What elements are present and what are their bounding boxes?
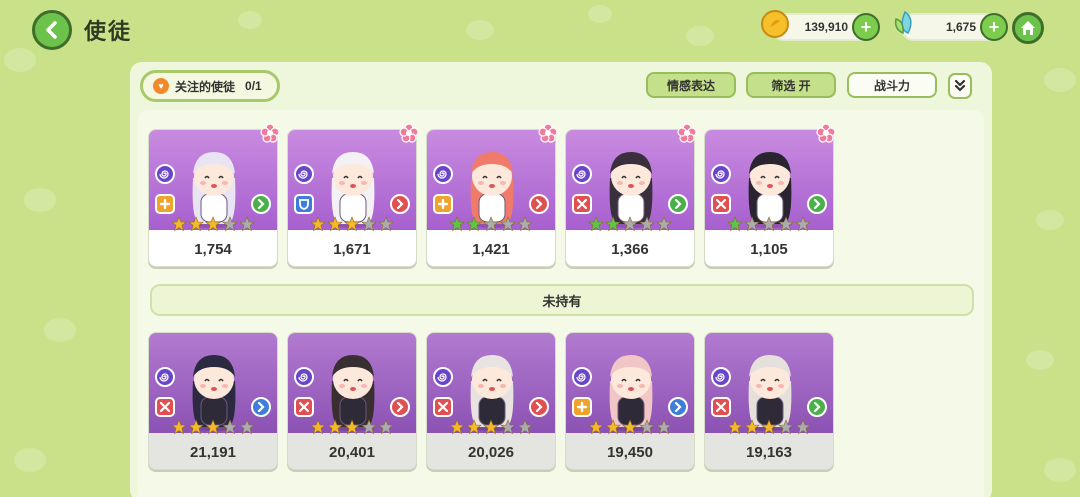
gold-amount: 139,910 — [804, 20, 848, 34]
sword-icon — [294, 397, 314, 417]
favorite-flower-icon — [399, 123, 419, 148]
followed-label: 关注的使徒 — [175, 79, 236, 94]
owned-apostle-card[interactable]: 1,105 — [704, 129, 834, 267]
plus-icon — [155, 194, 175, 214]
sword-icon — [572, 194, 592, 214]
chevron-right-icon — [529, 397, 549, 417]
chevron-right-icon — [668, 397, 688, 417]
chevron-right-icon — [668, 194, 688, 214]
chevron-left-icon — [46, 21, 57, 39]
page-title: 使徒 — [84, 19, 133, 44]
combat-power: 1,366 — [611, 240, 649, 258]
element-spiral-icon — [155, 367, 175, 387]
combat-power: 19,450 — [607, 443, 653, 461]
element-spiral-icon — [711, 367, 731, 387]
home-icon — [1021, 21, 1035, 35]
sort-power-button[interactable]: 战斗力 — [847, 72, 937, 98]
favorite-flower-icon — [677, 123, 697, 148]
add-crystal-button[interactable]: + — [980, 13, 1008, 41]
unowned-apostle-card[interactable]: 19,163 — [704, 332, 834, 470]
followed-count: 0/1 — [245, 79, 262, 93]
chevron-right-icon — [807, 194, 827, 214]
plus-icon — [433, 194, 453, 214]
combat-power: 1,105 — [750, 240, 788, 258]
element-spiral-icon — [155, 164, 175, 184]
chevron-double-down-icon — [954, 79, 966, 92]
combat-power: 1,754 — [194, 240, 232, 258]
plus-icon — [572, 397, 592, 417]
combat-power: 1,421 — [472, 240, 510, 258]
element-spiral-icon — [294, 367, 314, 387]
combat-power: 20,401 — [329, 443, 375, 461]
sword-icon — [433, 397, 453, 417]
owned-apostle-card[interactable]: 1,366 — [565, 129, 695, 267]
emotion-button[interactable]: 情感表达 — [646, 72, 736, 98]
heart-icon: ♥ — [153, 78, 169, 94]
element-spiral-icon — [433, 164, 453, 184]
favorite-flower-icon — [538, 123, 558, 148]
element-spiral-icon — [572, 164, 592, 184]
followed-apostles-toggle[interactable]: ♥ 关注的使徒 0/1 — [140, 70, 280, 102]
crystal-leaf-icon — [894, 10, 912, 35]
sword-icon — [711, 397, 731, 417]
chevron-right-icon — [529, 194, 549, 214]
chevron-right-icon — [251, 397, 271, 417]
element-spiral-icon — [572, 367, 592, 387]
gold-counter: 139,910 + — [761, 10, 880, 41]
chevron-right-icon — [390, 397, 410, 417]
home-button[interactable] — [1012, 12, 1044, 44]
combat-power: 21,191 — [190, 443, 236, 461]
chevron-right-icon — [807, 397, 827, 417]
sort-power-label: 战斗力 — [873, 78, 910, 93]
gold-coin-icon — [761, 10, 789, 38]
expand-sort-button[interactable] — [948, 73, 972, 99]
unowned-apostle-card[interactable]: 20,026 — [426, 332, 556, 470]
sword-icon — [711, 194, 731, 214]
owned-apostle-card[interactable]: 1,754 — [148, 129, 278, 267]
combat-power: 19,163 — [746, 443, 792, 461]
chevron-right-icon — [390, 194, 410, 214]
element-spiral-icon — [294, 164, 314, 184]
unowned-label: 未持有 — [542, 293, 582, 309]
crystal-counter: 1,675 + — [894, 10, 1008, 41]
combat-power: 1,671 — [333, 240, 371, 258]
favorite-flower-icon — [260, 123, 280, 148]
back-button[interactable] — [32, 10, 72, 50]
crystal-amount: 1,675 — [945, 20, 976, 34]
combat-power: 20,026 — [468, 443, 514, 461]
emotion-label: 情感表达 — [666, 78, 715, 93]
element-spiral-icon — [711, 164, 731, 184]
shield-icon — [294, 194, 314, 214]
unowned-apostle-card[interactable]: 21,191 — [148, 332, 278, 470]
chevron-right-icon — [251, 194, 271, 214]
owned-apostle-card[interactable]: 1,421 — [426, 129, 556, 267]
sword-icon — [155, 397, 175, 417]
element-spiral-icon — [433, 367, 453, 387]
filter-button[interactable]: 筛选 开 — [746, 72, 836, 98]
favorite-flower-icon — [816, 123, 836, 148]
owned-apostle-card[interactable]: 1,671 — [287, 129, 417, 267]
unowned-apostle-card[interactable]: 20,401 — [287, 332, 417, 470]
unowned-apostle-card[interactable]: 19,450 — [565, 332, 695, 470]
unowned-section-header: 未持有 — [150, 284, 974, 316]
filter-label: 筛选 开 — [771, 78, 811, 93]
add-gold-button[interactable]: + — [852, 13, 880, 41]
